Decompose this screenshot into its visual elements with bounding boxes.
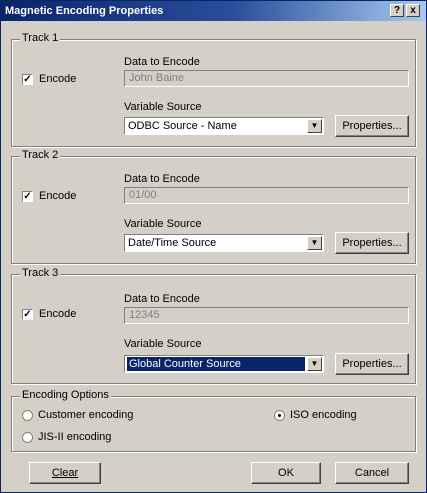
track-1-encode-checkbox[interactable]: ✓ Encode xyxy=(22,73,76,85)
track-1-source-value: ODBC Source - Name xyxy=(128,120,237,132)
track-3-data-input[interactable] xyxy=(129,309,404,322)
encode-label: Encode xyxy=(39,73,77,85)
track-2-source-value: Date/Time Source xyxy=(128,237,217,249)
jis-encoding-label: JIS-II encoding xyxy=(38,431,112,443)
track-1-data-input[interactable] xyxy=(129,72,404,85)
variable-source-label: Variable Source xyxy=(124,338,202,350)
track-3-data-field[interactable] xyxy=(124,307,409,324)
track-1-group: Track 1 ✓ Encode Data to Encode Variable… xyxy=(11,32,416,147)
track-3-source-value: Global Counter Source xyxy=(127,357,305,371)
chevron-down-icon[interactable]: ▼ xyxy=(307,357,322,371)
checkbox-check-icon: ✓ xyxy=(22,73,33,85)
cancel-button[interactable]: Cancel xyxy=(335,462,409,484)
data-to-encode-label: Data to Encode xyxy=(124,173,200,185)
chevron-down-icon[interactable]: ▼ xyxy=(307,236,322,250)
encoding-options-label: Encoding Options xyxy=(20,389,111,401)
ok-button[interactable]: OK xyxy=(251,462,321,484)
track-3-group: Track 3 ✓ Encode Data to Encode Variable… xyxy=(11,267,416,384)
help-button[interactable]: ? xyxy=(390,4,404,17)
radio-dot-icon xyxy=(22,431,33,443)
track-2-group: Track 2 ✓ Encode Data to Encode Variable… xyxy=(11,149,416,264)
encode-label: Encode xyxy=(39,190,77,202)
radio-dot-selected-icon xyxy=(274,409,285,421)
customer-encoding-label: Customer encoding xyxy=(38,409,134,421)
track-3-properties-button[interactable]: Properties... xyxy=(335,353,409,375)
iso-encoding-radio[interactable]: ISO encoding xyxy=(274,409,357,421)
track-3-encode-checkbox[interactable]: ✓ Encode xyxy=(22,308,76,320)
encode-label: Encode xyxy=(39,308,77,320)
encoding-options-group: Encoding Options Customer encoding ISO e… xyxy=(11,389,416,452)
close-button[interactable]: x xyxy=(406,4,420,17)
track-1-properties-button[interactable]: Properties... xyxy=(335,115,409,137)
track-1-data-field[interactable] xyxy=(124,70,409,87)
clear-label: Clear xyxy=(51,467,79,479)
magnetic-encoding-dialog: Magnetic Encoding Properties ? x Track 1… xyxy=(0,0,427,493)
track-3-label: Track 3 xyxy=(20,267,61,279)
customer-encoding-radio[interactable]: Customer encoding xyxy=(22,409,133,421)
checkbox-check-icon: ✓ xyxy=(22,190,33,202)
track-2-source-dropdown[interactable]: Date/Time Source ▼ xyxy=(124,234,324,252)
variable-source-label: Variable Source xyxy=(124,218,202,230)
chevron-down-icon[interactable]: ▼ xyxy=(307,119,322,133)
jis-encoding-radio[interactable]: JIS-II encoding xyxy=(22,431,111,443)
track-2-data-input[interactable] xyxy=(129,189,404,202)
iso-encoding-label: ISO encoding xyxy=(290,409,357,421)
track-1-label: Track 1 xyxy=(20,32,61,44)
track-2-data-field[interactable] xyxy=(124,187,409,204)
radio-dot-icon xyxy=(22,409,33,421)
track-1-source-dropdown[interactable]: ODBC Source - Name ▼ xyxy=(124,117,324,135)
checkbox-check-icon: ✓ xyxy=(22,308,33,320)
variable-source-label: Variable Source xyxy=(124,101,202,113)
track-3-source-dropdown[interactable]: Global Counter Source ▼ xyxy=(124,355,324,373)
data-to-encode-label: Data to Encode xyxy=(124,293,200,305)
track-2-properties-button[interactable]: Properties... xyxy=(335,232,409,254)
data-to-encode-label: Data to Encode xyxy=(124,56,200,68)
clear-button[interactable]: Clear xyxy=(29,462,101,484)
track-2-label: Track 2 xyxy=(20,149,61,161)
title-bar: Magnetic Encoding Properties ? x xyxy=(1,1,426,21)
dialog-title: Magnetic Encoding Properties xyxy=(5,5,164,17)
track-2-encode-checkbox[interactable]: ✓ Encode xyxy=(22,190,76,202)
